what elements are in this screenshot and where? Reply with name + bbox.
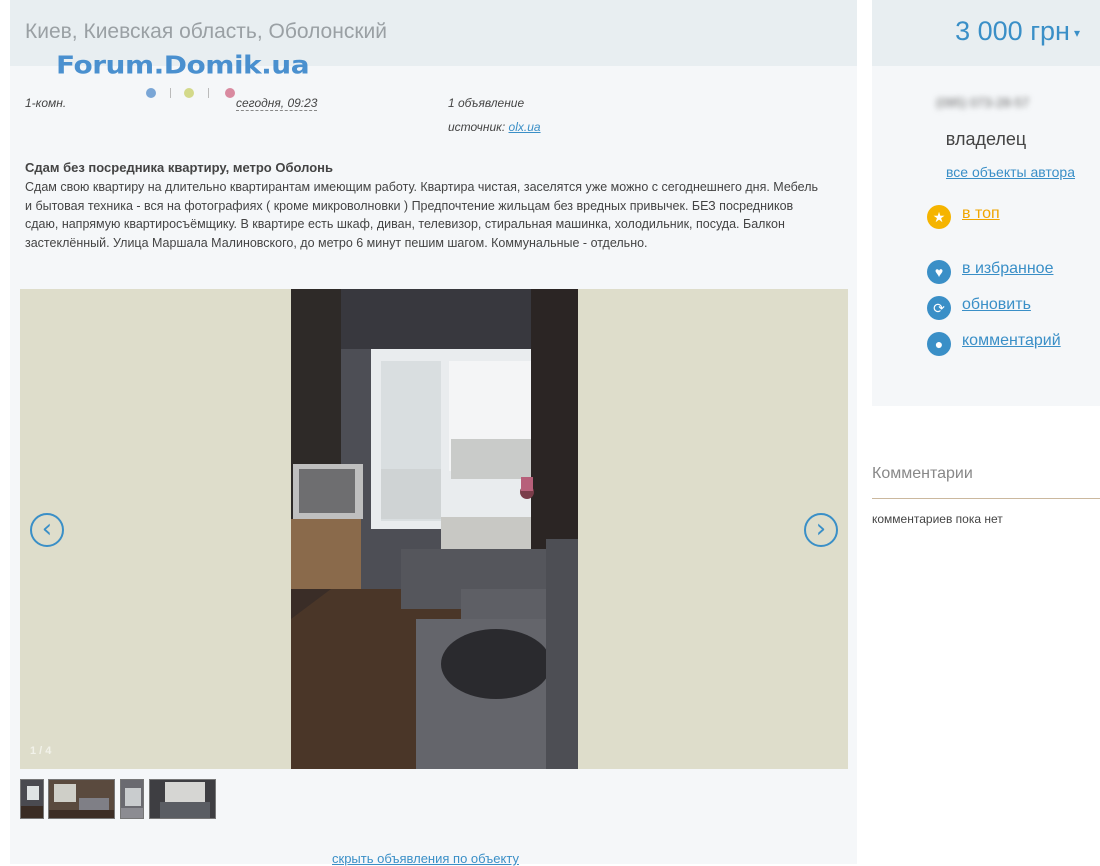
speech-bubble-icon: ● (927, 332, 951, 356)
source: источник: olx.ua (448, 120, 541, 134)
add-favorite-label[interactable]: в избранное (962, 260, 1053, 278)
site-logo-watermark: Forum.Domik.ua (56, 50, 310, 80)
owner-type: владелец (945, 129, 1027, 149)
listings-count: 1 объявление (448, 96, 525, 110)
heart-icon: ♥ (927, 260, 951, 284)
price-box: 3 000 грн ▾ (872, 0, 1100, 66)
refresh-label[interactable]: обновить (962, 296, 1031, 314)
thumbnail-1[interactable] (20, 779, 44, 819)
gallery-counter: 1 / 4 (30, 745, 52, 757)
chevron-down-icon[interactable]: ▾ (1074, 26, 1080, 40)
rooms-count: 1-комн. (25, 96, 67, 110)
logo-separator (170, 88, 171, 98)
logo-dot-green (184, 88, 194, 98)
thumbnail-3-image (121, 780, 143, 818)
gallery-prev-button[interactable]: ‹ (30, 513, 64, 547)
refresh-icon: ⟳ (927, 296, 951, 320)
listing-sidebar: 3 000 грн ▾ (095) 073-28-57 владелец все … (872, 0, 1100, 406)
main-photo[interactable] (291, 289, 578, 769)
gallery-next-button[interactable]: › (804, 513, 838, 547)
photo-gallery: ‹ › 1 / 4 (20, 289, 848, 769)
listing-main: Киев, Киевская область, Оболонский Forum… (10, 0, 857, 866)
comment-label[interactable]: комментарий (962, 332, 1061, 350)
thumbnail-4-image (150, 780, 215, 818)
source-label: источник: (448, 120, 506, 134)
phone-number-blurred[interactable]: (095) 073-28-57 (936, 95, 1029, 110)
logo-separator (208, 88, 209, 98)
all-author-objects-link[interactable]: все объекты автора (946, 164, 1075, 180)
logo-dot-pink (225, 88, 235, 98)
comments-divider (872, 498, 1100, 499)
room-photo-image (291, 289, 578, 769)
listing-date: сегодня, 09:23 (236, 96, 318, 111)
price[interactable]: 3 000 грн ▾ (955, 16, 1080, 47)
description-title: Сдам без посредника квартиру, метро Обол… (25, 160, 333, 175)
logo-dots (146, 88, 246, 100)
source-link[interactable]: olx.ua (509, 120, 541, 134)
logo-dot-blue (146, 88, 156, 98)
promote-top-label[interactable]: в топ (962, 205, 1000, 223)
thumbnail-2[interactable] (48, 779, 115, 819)
thumbnail-4[interactable] (149, 779, 216, 819)
star-icon: ★ (927, 205, 951, 229)
comments-title: Комментарии (872, 465, 973, 482)
price-value: 3 000 грн (955, 16, 1070, 46)
listing-address: Киев, Киевская область, Оболонский (25, 20, 387, 43)
thumbnail-2-image (49, 780, 114, 818)
thumbnail-3[interactable] (120, 779, 144, 819)
thumbnail-1-image (21, 780, 43, 818)
description-body: Сдам свою квартиру на длительно квартира… (25, 180, 819, 250)
comments-empty-message: комментариев пока нет (872, 512, 1003, 526)
